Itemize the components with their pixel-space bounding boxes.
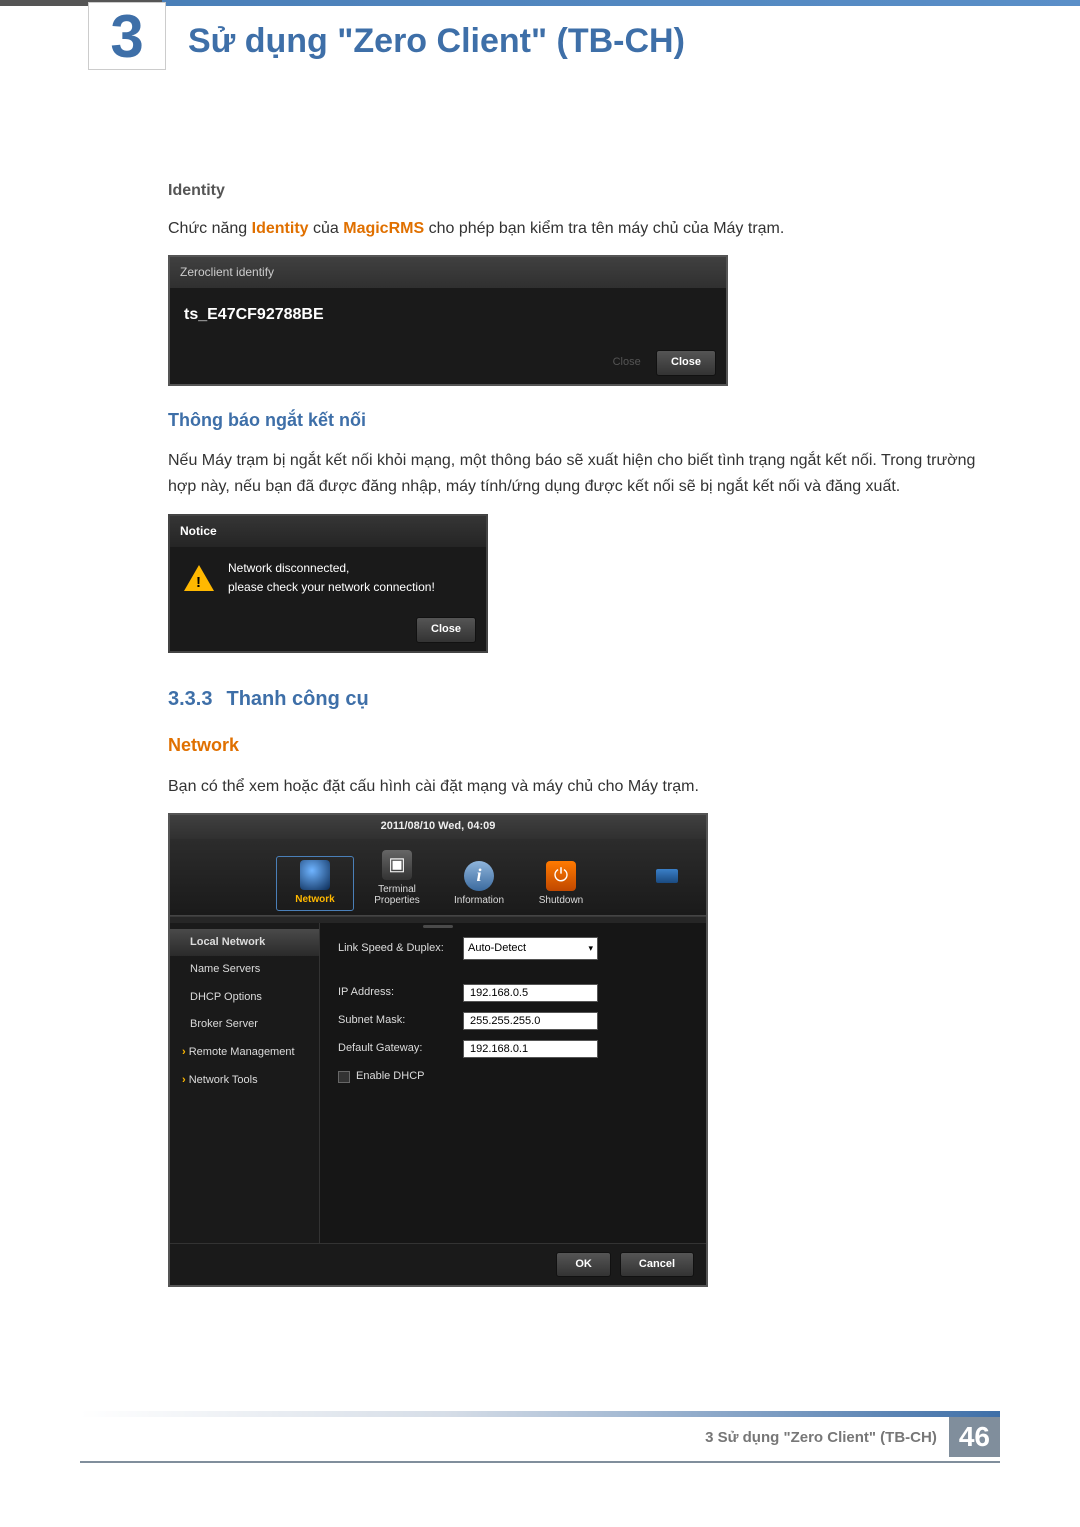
sidebar-item-dhcp-options[interactable]: DHCP Options [170,984,319,1012]
text: Chức năng [168,220,252,237]
toolbar-information-label: Information [454,895,504,906]
section-heading: 3.3.3 Thanh công cụ [168,683,990,715]
notice-dialog-title: Notice [170,516,486,547]
footer-row: 3 Sử dụng "Zero Client" (TB-CH) 46 [80,1417,1000,1457]
notice-dialog: Notice Network disconnected, please chec… [168,514,488,653]
toolbar-terminal-label: Terminal Properties [360,884,434,906]
toolbar-shutdown-label: Shutdown [539,895,583,906]
dhcp-checkbox[interactable] [338,1071,350,1083]
network-form: Link Speed & Duplex: Auto-Detect ▾ IP Ad… [320,923,706,1243]
network-toolbar: Network ▣ Terminal Properties i Informat… [170,839,706,916]
notice-dialog-footer: Close [170,609,486,651]
gateway-label: Default Gateway: [338,1040,463,1058]
subnet-input[interactable] [463,1012,598,1030]
terminal-icon: ▣ [382,850,412,880]
dhcp-label: Enable DHCP [356,1068,424,1086]
link-speed-select[interactable]: Auto-Detect ▾ [463,937,598,961]
row-default-gateway: Default Gateway: [338,1040,688,1058]
close-button[interactable]: Close [656,350,716,376]
identity-dialog-host: ts_E47CF92788BE [170,288,726,342]
identity-dialog-title: Zeroclient identify [170,257,726,288]
gateway-input[interactable] [463,1040,598,1058]
link-speed-value: Auto-Detect [468,940,526,958]
globe-icon [300,860,330,890]
sidebar-item-network-tools[interactable]: Network Tools [170,1067,319,1095]
identity-dialog-footer: Close Close [170,342,726,384]
toolbar-network-label: Network [295,894,334,905]
section-number: 3.3.3 [168,688,212,710]
chapter-header: 3 Sử dụng "Zero Client" (TB-CH) [0,6,1080,70]
sidebar-item-broker-server[interactable]: Broker Server [170,1011,319,1039]
text: của [309,220,344,237]
notice-line1: Network disconnected, [228,559,435,578]
row-link-speed: Link Speed & Duplex: Auto-Detect ▾ [338,937,688,961]
network-heading: Network [168,731,990,760]
chevron-down-icon: ▾ [588,941,593,955]
sidebar-item-name-servers[interactable]: Name Servers [170,956,319,984]
toolbar-shutdown[interactable]: ⏻ Shutdown [522,858,600,911]
toolbar-information[interactable]: i Information [440,858,518,911]
sidebar-item-remote-management[interactable]: Remote Management [170,1039,319,1067]
disconnect-paragraph: Nếu Máy trạm bị ngắt kết nối khỏi mạng, … [168,448,990,499]
link-speed-label: Link Speed & Duplex: [338,940,463,958]
notice-message: Network disconnected, please check your … [228,559,435,597]
identity-heading: Identity [168,178,990,204]
info-icon: i [464,861,494,891]
footer-underline [80,1461,1000,1463]
power-icon: ⏻ [546,861,576,891]
notice-line2: please check your network connection! [228,578,435,597]
network-main: Local Network Name Servers DHCP Options … [170,923,706,1243]
text: cho phép bạn kiểm tra tên máy chủ của Má… [424,220,784,237]
sidebar-item-local-network[interactable]: Local Network [170,929,319,957]
close-button[interactable]: Close [416,617,476,643]
toolbar-terminal[interactable]: ▣ Terminal Properties [358,847,436,911]
network-dialog: 2011/08/10 Wed, 04:09 Network ▣ Terminal… [168,813,708,1287]
network-dialog-footer: OK Cancel [170,1243,706,1286]
magicrms-bold: MagicRMS [343,220,424,237]
drag-handle[interactable] [170,916,706,923]
toolbar-network[interactable]: Network [276,856,354,911]
chapter-title: Sử dụng "Zero Client" (TB-CH) [188,22,685,61]
close-ghost-button[interactable]: Close [613,356,641,368]
page-footer: 3 Sử dụng "Zero Client" (TB-CH) 46 [0,1411,1080,1461]
chapter-number-box: 3 [88,2,166,70]
page-content: Identity Chức năng Identity của MagicRMS… [0,70,1080,1351]
disconnect-heading: Thông báo ngắt kết nối [168,406,990,435]
notice-dialog-body: Network disconnected, please check your … [170,547,486,609]
section-title: Thanh công cụ [226,688,368,710]
timestamp-bar: 2011/08/10 Wed, 04:09 [170,815,706,839]
warning-icon [184,565,214,591]
keyboard-icon[interactable] [656,869,678,883]
page-number: 46 [949,1417,1000,1457]
cancel-button[interactable]: Cancel [620,1252,694,1278]
ip-input[interactable] [463,984,598,1002]
ip-label: IP Address: [338,984,463,1002]
row-ip-address: IP Address: [338,984,688,1002]
identity-bold: Identity [252,220,309,237]
identity-paragraph: Chức năng Identity của MagicRMS cho phép… [168,216,990,242]
row-subnet-mask: Subnet Mask: [338,1012,688,1030]
footer-text: 3 Sử dụng "Zero Client" (TB-CH) [705,1429,937,1446]
chapter-number: 3 [110,2,143,71]
subnet-label: Subnet Mask: [338,1012,463,1030]
row-enable-dhcp: Enable DHCP [338,1068,688,1086]
network-paragraph: Bạn có thể xem hoặc đặt cấu hình cài đặt… [168,774,990,800]
ok-button[interactable]: OK [556,1252,611,1278]
identity-dialog: Zeroclient identify ts_E47CF92788BE Clos… [168,255,728,385]
network-sidebar: Local Network Name Servers DHCP Options … [170,923,320,1243]
